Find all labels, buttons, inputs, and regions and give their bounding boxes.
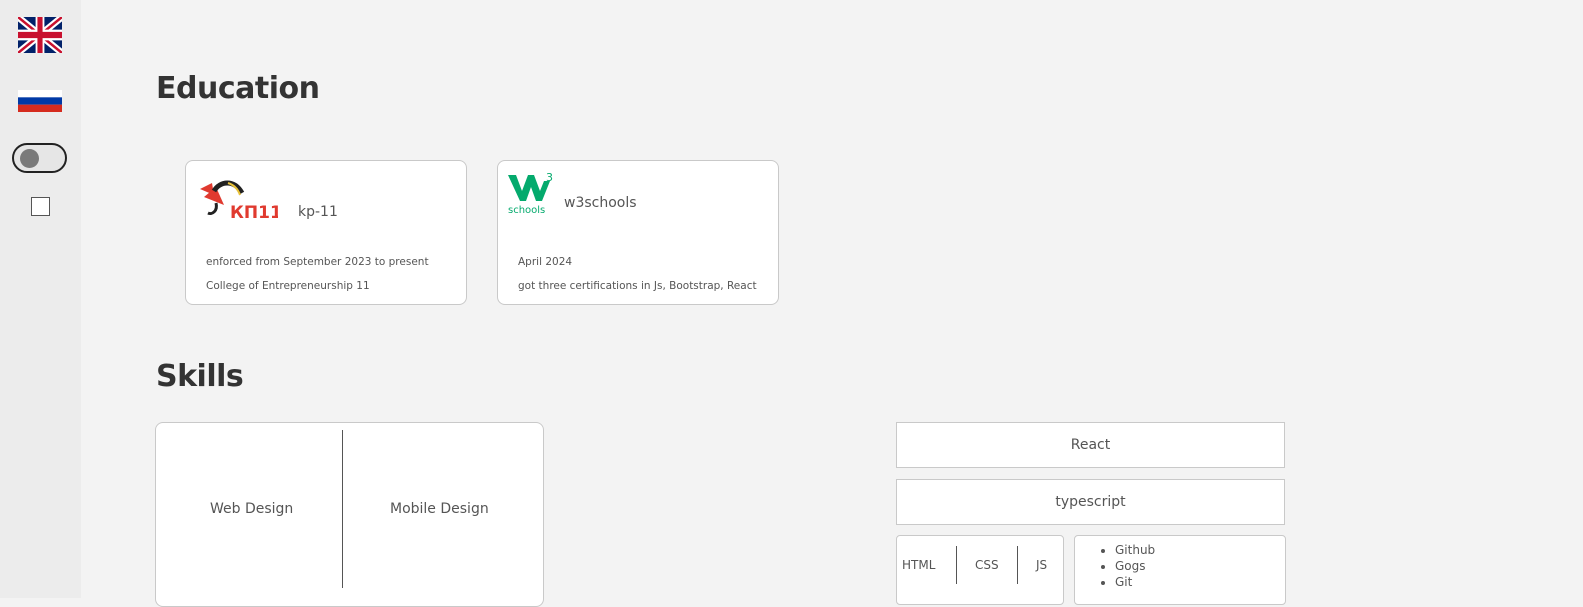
skill-typescript: typescript: [896, 479, 1285, 525]
skill-css: CSS: [975, 558, 999, 572]
w3schools-logo: 3 schools: [508, 171, 553, 215]
russia-flag-icon[interactable]: [18, 90, 62, 112]
tools-list: Github Gogs Git: [1075, 536, 1285, 590]
skill-web-design: Web Design: [210, 501, 294, 517]
divider: [956, 546, 957, 584]
card-title: w3schools: [564, 195, 637, 211]
education-card-w3schools: 3 schools w3schools April 2024 got three…: [497, 160, 779, 305]
card-title: kp-11: [298, 204, 338, 220]
card-date: April 2024: [518, 256, 573, 268]
theme-toggle[interactable]: [12, 143, 67, 173]
tools-card: Github Gogs Git: [1074, 535, 1286, 605]
skill-js: JS: [1036, 558, 1048, 572]
skill-html: HTML: [902, 558, 936, 572]
svg-text:КП11: КП11: [230, 203, 278, 221]
uk-flag-icon[interactable]: [18, 17, 62, 53]
kp11-logo: КП11: [200, 180, 278, 221]
education-card-kp11: КП11 kp-11 enforced from September 2023 …: [185, 160, 467, 305]
card-description: College of Entrepreneurship 11: [206, 280, 370, 292]
toggle-knob: [20, 149, 39, 168]
card-description: got three certifications in Js, Bootstra…: [518, 280, 757, 292]
tool-item: Gogs: [1115, 558, 1285, 574]
tool-item: Git: [1115, 574, 1285, 590]
education-heading: Education: [156, 71, 320, 106]
skills-heading: Skills: [156, 359, 244, 394]
svg-text:schools: schools: [508, 205, 545, 215]
sidebar: [0, 0, 81, 598]
divider: [1017, 546, 1018, 584]
divider: [342, 430, 343, 588]
tool-item: Github: [1115, 542, 1285, 558]
checkbox[interactable]: [31, 197, 50, 216]
skill-mobile-design: Mobile Design: [390, 501, 489, 517]
skill-react: React: [896, 422, 1285, 468]
design-skills-card: Web Design Mobile Design: [155, 422, 544, 607]
card-date: enforced from September 2023 to present: [206, 256, 429, 268]
svg-text:3: 3: [546, 171, 553, 184]
languages-card: HTML CSS JS: [896, 535, 1064, 605]
